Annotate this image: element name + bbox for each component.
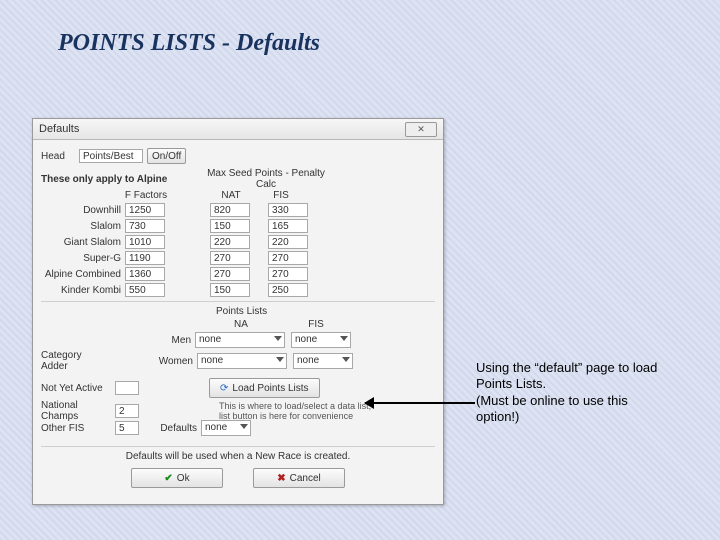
nc-label: National Champs xyxy=(41,400,111,422)
cancel-label: Cancel xyxy=(290,473,321,484)
event-label: Giant Slalom xyxy=(41,237,121,248)
close-icon[interactable]: ✕ xyxy=(405,122,437,137)
f-factor-input[interactable]: 1190 xyxy=(125,251,165,265)
nat-input[interactable]: 150 xyxy=(210,283,250,297)
col-fis: FIS xyxy=(256,190,306,201)
women-fis-select[interactable]: none xyxy=(293,353,353,369)
men-label: Men xyxy=(41,335,191,346)
pl-fis-head: FIS xyxy=(286,319,346,330)
points-lists-header: Points Lists xyxy=(216,306,267,317)
titlebar[interactable]: Defaults ✕ xyxy=(33,119,443,140)
nat-input[interactable]: 220 xyxy=(210,235,250,249)
head-input[interactable]: Points/Best xyxy=(79,149,143,163)
defaults-drop-label: Defaults xyxy=(153,423,197,434)
f-factor-input[interactable]: 1360 xyxy=(125,267,165,281)
fis-input[interactable]: 270 xyxy=(268,267,308,281)
on-off-toggle[interactable]: On/Off xyxy=(147,148,186,164)
fis-input[interactable]: 165 xyxy=(268,219,308,233)
event-label: Alpine Combined xyxy=(41,269,121,280)
refresh-icon: ⟳ xyxy=(220,383,228,394)
max-seed-label: Max Seed Points - Penalty Calc xyxy=(201,168,331,190)
load-points-label: Load Points Lists xyxy=(232,383,308,394)
nat-input[interactable]: 820 xyxy=(210,203,250,217)
window-title: Defaults xyxy=(39,123,79,135)
women-na-select[interactable]: none xyxy=(197,353,287,369)
f-factor-input[interactable]: 1250 xyxy=(125,203,165,217)
footer-note: Defaults will be used when a New Race is… xyxy=(126,451,351,462)
x-icon: ✖ xyxy=(277,473,285,484)
nat-input[interactable]: 150 xyxy=(210,219,250,233)
fis-input[interactable]: 270 xyxy=(268,251,308,265)
f-factor-input[interactable]: 550 xyxy=(125,283,165,297)
fis-input[interactable]: 330 xyxy=(268,203,308,217)
annotation-line1: Using the “default” page to load Points … xyxy=(476,360,657,391)
slide-title: POINTS LISTS - Defaults xyxy=(58,30,720,57)
category-adder-label: Category Adder xyxy=(41,350,99,372)
fis-input[interactable]: 250 xyxy=(268,283,308,297)
ok-button[interactable]: ✔ Ok xyxy=(131,468,223,488)
men-na-select[interactable]: none xyxy=(195,332,285,348)
head-label: Head xyxy=(41,151,75,162)
event-label: Slalom xyxy=(41,221,121,232)
of-input[interactable]: 5 xyxy=(115,421,139,435)
event-label: Super-G xyxy=(41,253,121,264)
fis-input[interactable]: 220 xyxy=(268,235,308,249)
nc-input[interactable]: 2 xyxy=(115,404,139,418)
f-factor-input[interactable]: 1010 xyxy=(125,235,165,249)
of-label: Other FIS xyxy=(41,423,111,434)
defaults-select[interactable]: none xyxy=(201,420,251,436)
nya-label: Not Yet Active xyxy=(41,383,111,394)
cancel-button[interactable]: ✖ Cancel xyxy=(253,468,345,488)
annotation-arrow xyxy=(365,402,475,404)
ok-label: Ok xyxy=(177,473,190,484)
nya-input[interactable] xyxy=(115,381,139,395)
check-icon: ✔ xyxy=(164,473,172,484)
pl-na-head: NA xyxy=(196,319,286,330)
annotation-text: Using the “default” page to load Points … xyxy=(476,360,666,425)
f-factors-label: F Factors xyxy=(121,190,171,201)
event-label: Downhill xyxy=(41,205,121,216)
men-fis-select[interactable]: none xyxy=(291,332,351,348)
event-label: Kinder Kombi xyxy=(41,285,121,296)
alpine-note: These only apply to Alpine xyxy=(41,174,191,185)
col-nat: NAT xyxy=(206,190,256,201)
women-label: Women xyxy=(103,356,193,367)
nat-input[interactable]: 270 xyxy=(210,267,250,281)
load-hint: This is where to load/select a data list… xyxy=(219,401,379,421)
load-points-button[interactable]: ⟳ Load Points Lists xyxy=(209,378,320,398)
annotation-line2: (Must be online to use this option!) xyxy=(476,393,628,424)
defaults-window: Defaults ✕ Head Points/Best On/Off These… xyxy=(32,118,444,505)
f-factor-input[interactable]: 730 xyxy=(125,219,165,233)
nat-input[interactable]: 270 xyxy=(210,251,250,265)
